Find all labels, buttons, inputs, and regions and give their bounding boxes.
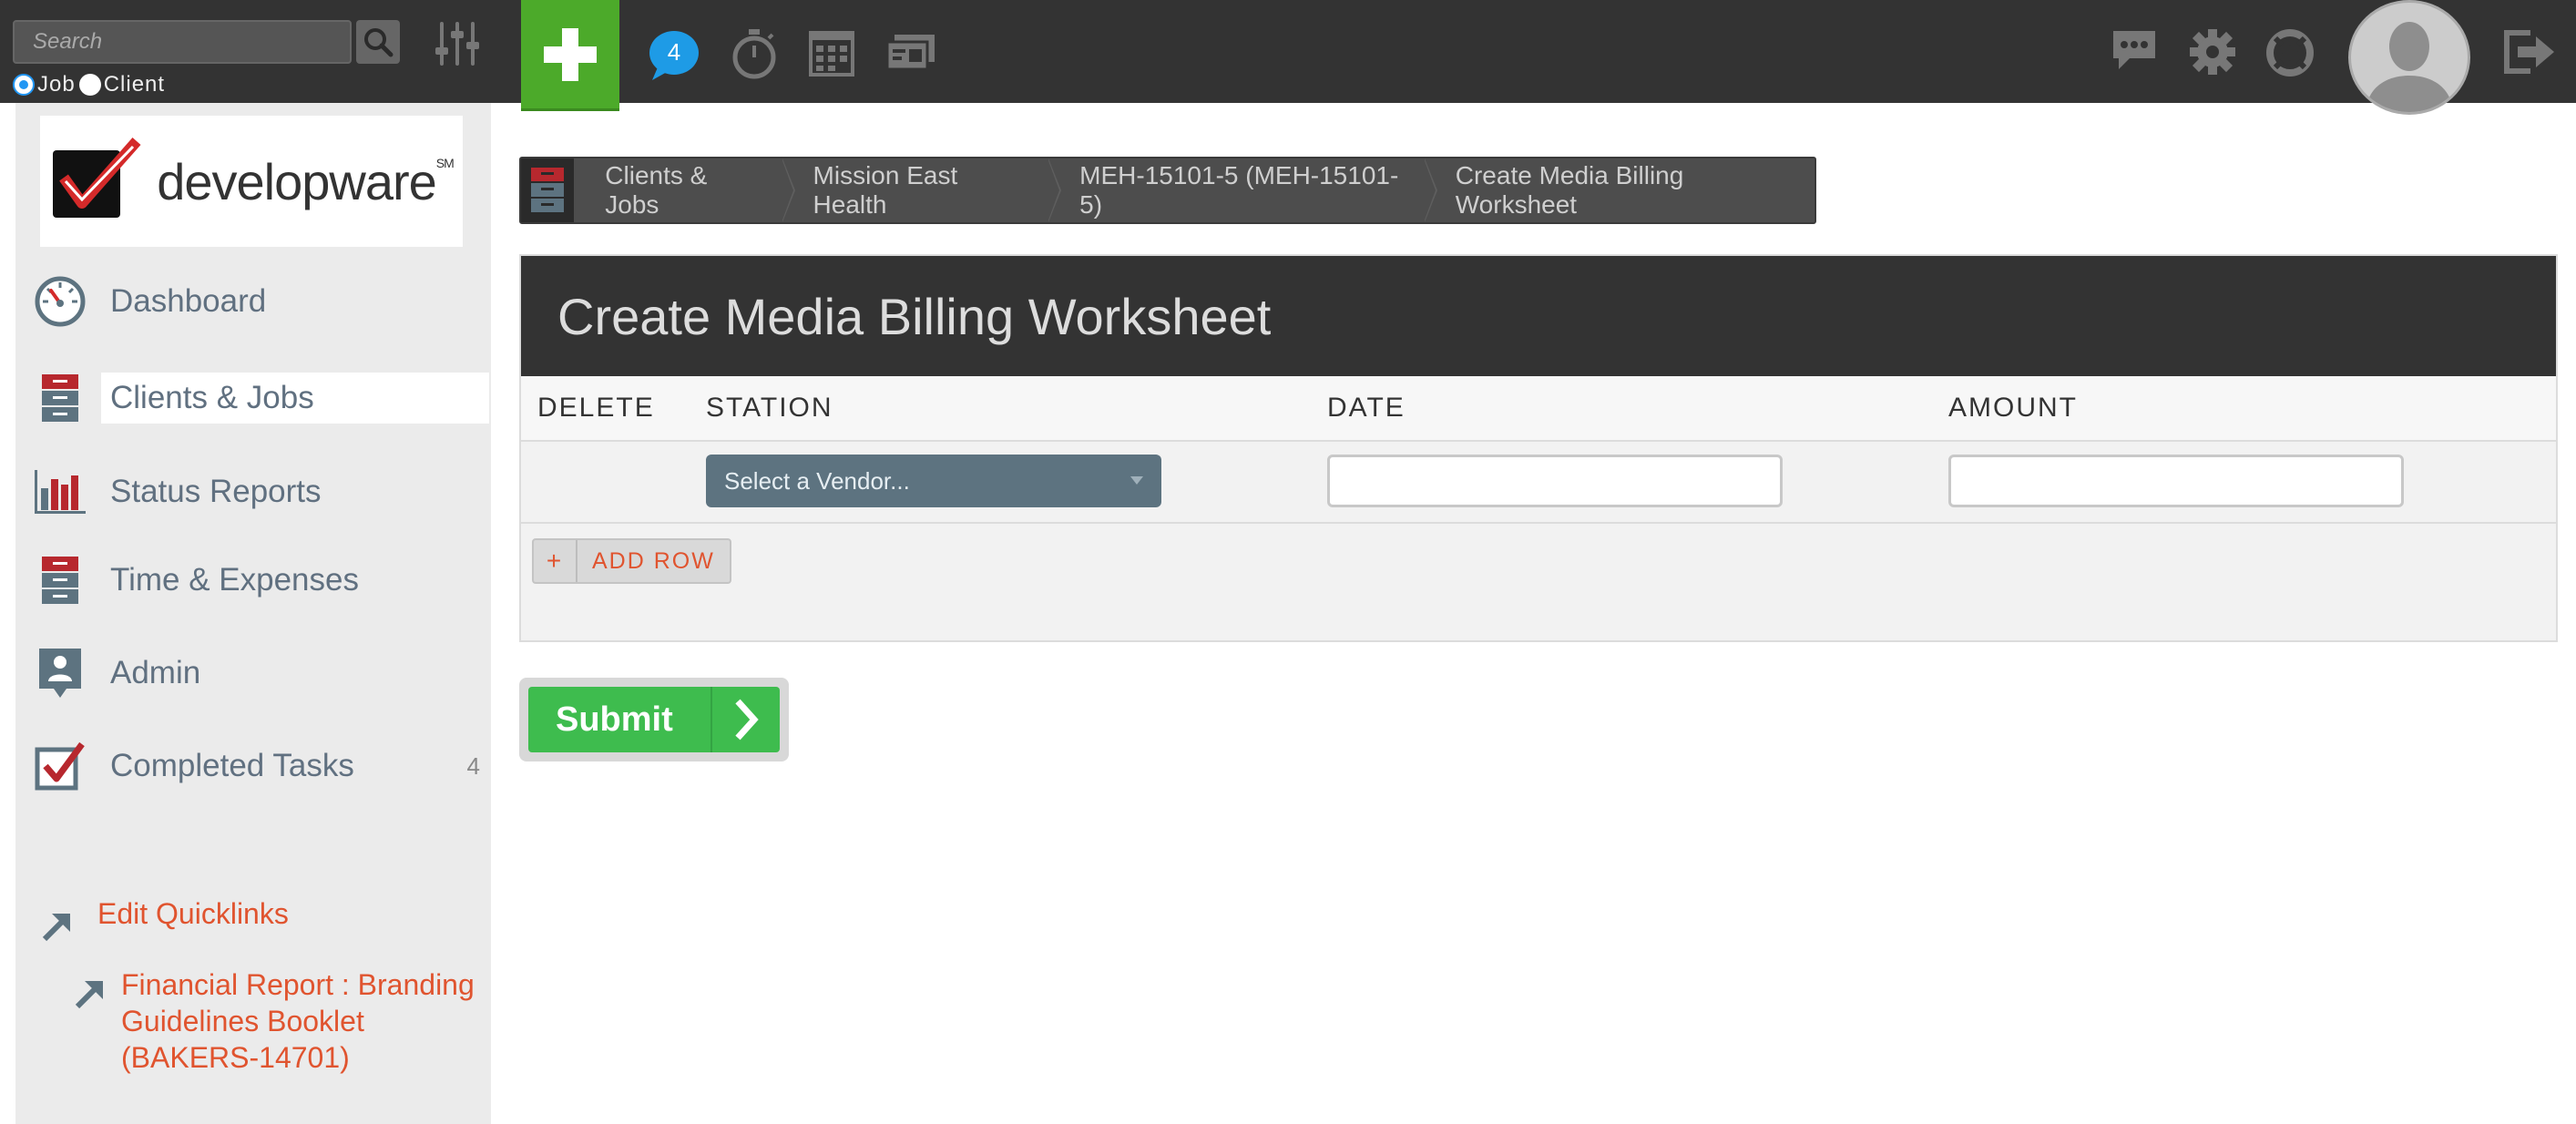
page-title: Create Media Billing Worksheet xyxy=(521,256,2556,376)
file-cabinet-icon xyxy=(32,371,88,425)
table-header: DELETE STATION DATE AMOUNT xyxy=(521,376,2556,442)
radio-job[interactable] xyxy=(13,74,35,96)
search-icon xyxy=(364,28,394,57)
radio-client-label: Client xyxy=(103,72,166,97)
stopwatch-icon[interactable] xyxy=(730,27,779,80)
checkbox-icon xyxy=(32,739,88,793)
sidebar-item-label: Dashboard xyxy=(110,283,267,319)
add-row-label: ADD ROW xyxy=(592,547,715,574)
logo-check-icon xyxy=(53,138,141,218)
quicklink-label: Financial Report : Branding Guidelines B… xyxy=(121,968,475,1074)
submit-button-wrapper: Submit xyxy=(519,678,789,761)
breadcrumb: Clients & Jobs Mission East Health MEH-1… xyxy=(519,157,1816,224)
column-header-amount: AMOUNT xyxy=(1948,393,2078,423)
cards-icon[interactable] xyxy=(885,33,936,73)
edit-quicklinks-label: Edit Quicklinks xyxy=(97,897,289,930)
notifications-button[interactable]: 4 xyxy=(649,27,700,82)
user-silhouette-icon xyxy=(2366,22,2453,112)
sidebar-item-label: Completed Tasks xyxy=(110,748,354,783)
quicklink-item[interactable]: Financial Report : Branding Guidelines B… xyxy=(72,966,478,1076)
bar-chart-icon xyxy=(32,465,88,519)
file-cabinet-icon xyxy=(32,553,88,608)
breadcrumb-item-job[interactable]: MEH-15101-5 (MEH-15101-5) xyxy=(1048,158,1437,222)
date-field[interactable] xyxy=(1327,455,1783,507)
sidebar-item-label: Status Reports xyxy=(110,474,322,509)
gear-icon[interactable] xyxy=(2188,27,2237,77)
sidebar: developwareSM Dashboard Clients & Jobs S… xyxy=(15,103,491,1124)
notification-count: 4 xyxy=(667,37,681,66)
search-scope-radio-group: Job Client xyxy=(13,71,169,98)
sidebar-item-label: Clients & Jobs xyxy=(101,373,489,424)
file-cabinet-icon xyxy=(531,168,565,212)
id-badge-icon xyxy=(32,646,88,700)
column-header-station: STATION xyxy=(706,393,833,423)
submit-label: Submit xyxy=(556,700,673,739)
add-row-plus-icon: + xyxy=(534,540,578,582)
vendor-select[interactable]: Select a Vendor... xyxy=(706,455,1161,507)
breadcrumb-home[interactable] xyxy=(521,158,575,222)
sidebar-item-status-reports[interactable]: Status Reports xyxy=(32,465,489,519)
media-billing-worksheet-panel: Create Media Billing Worksheet DELETE ST… xyxy=(519,254,2558,642)
lifebuoy-icon[interactable] xyxy=(2266,29,2314,77)
calendar-icon[interactable] xyxy=(809,27,854,77)
gauge-icon xyxy=(32,274,88,329)
vendor-select-placeholder: Select a Vendor... xyxy=(724,466,910,495)
sidebar-item-admin[interactable]: Admin xyxy=(32,646,489,700)
column-header-date: DATE xyxy=(1327,393,1406,423)
search-button[interactable] xyxy=(356,20,400,64)
logo-text: developwareSM xyxy=(157,152,455,210)
messages-icon[interactable] xyxy=(2110,27,2159,75)
top-bar: Job Client 4 xyxy=(0,0,2576,115)
sliders-icon[interactable] xyxy=(430,20,485,67)
edit-quicklinks-link[interactable]: Edit Quicklinks xyxy=(39,895,289,945)
arrow-up-right-icon xyxy=(42,914,70,942)
submit-button[interactable]: Submit xyxy=(528,687,780,752)
search-input[interactable] xyxy=(15,22,350,62)
breadcrumb-item-clients-jobs[interactable]: Clients & Jobs xyxy=(574,158,795,222)
chevron-down-icon xyxy=(1130,476,1143,485)
sidebar-item-completed-tasks[interactable]: Completed Tasks 4 xyxy=(32,739,489,793)
developware-logo[interactable]: developwareSM xyxy=(40,116,463,247)
sidebar-item-dashboard[interactable]: Dashboard xyxy=(32,274,489,329)
search-box xyxy=(13,20,352,64)
radio-client[interactable] xyxy=(78,74,101,96)
chevron-right-icon xyxy=(710,687,780,752)
completed-tasks-count: 4 xyxy=(466,751,480,780)
breadcrumb-item-client[interactable]: Mission East Health xyxy=(782,158,1061,222)
arrow-up-right-icon xyxy=(75,981,103,1009)
plus-icon xyxy=(544,27,597,81)
sidebar-item-clients-jobs[interactable]: Clients & Jobs xyxy=(32,371,489,425)
table-row: Select a Vendor... xyxy=(521,442,2556,524)
sidebar-item-time-expenses[interactable]: Time & Expenses xyxy=(32,553,489,608)
breadcrumb-item-current: Create Media Billing Worksheet xyxy=(1455,161,1684,219)
add-row-button[interactable]: + ADD ROW xyxy=(532,538,731,584)
radio-job-label: Job xyxy=(37,72,76,97)
logout-icon[interactable] xyxy=(2503,29,2556,75)
sidebar-item-label: Admin xyxy=(110,655,201,690)
amount-field[interactable] xyxy=(1948,455,2404,507)
column-header-delete: DELETE xyxy=(537,393,655,423)
quick-add-button[interactable] xyxy=(521,0,619,111)
avatar[interactable] xyxy=(2348,0,2470,115)
sidebar-item-label: Time & Expenses xyxy=(110,562,359,598)
